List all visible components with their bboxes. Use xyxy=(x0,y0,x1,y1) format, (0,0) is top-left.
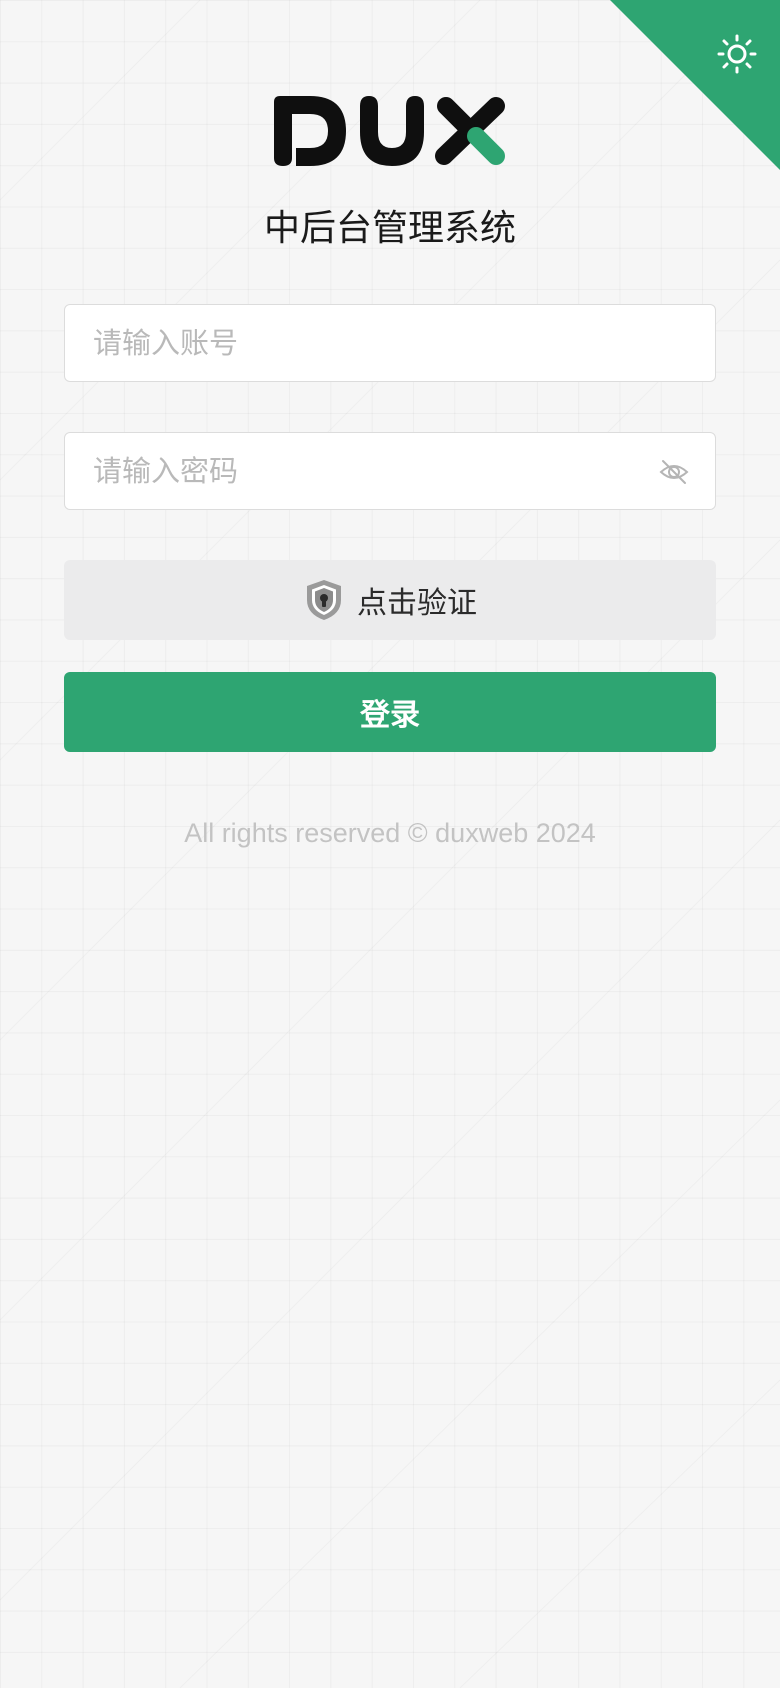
eye-off-icon[interactable] xyxy=(659,458,689,486)
app-subtitle: 中后台管理系统 xyxy=(263,208,516,249)
theme-toggle-corner[interactable] xyxy=(610,0,780,170)
account-input[interactable] xyxy=(65,305,715,381)
verify-label: 点击验证 xyxy=(357,586,477,621)
copyright-footer: All rights reserved © duxweb 2024 xyxy=(184,818,596,848)
password-input[interactable] xyxy=(65,433,715,509)
account-field[interactable] xyxy=(64,304,716,382)
password-field[interactable] xyxy=(64,432,716,510)
shield-lock-icon xyxy=(307,580,341,620)
captcha-verify-button[interactable]: 点击验证 xyxy=(64,560,716,640)
login-button[interactable]: 登录 xyxy=(64,672,716,752)
dux-logo xyxy=(274,96,505,166)
